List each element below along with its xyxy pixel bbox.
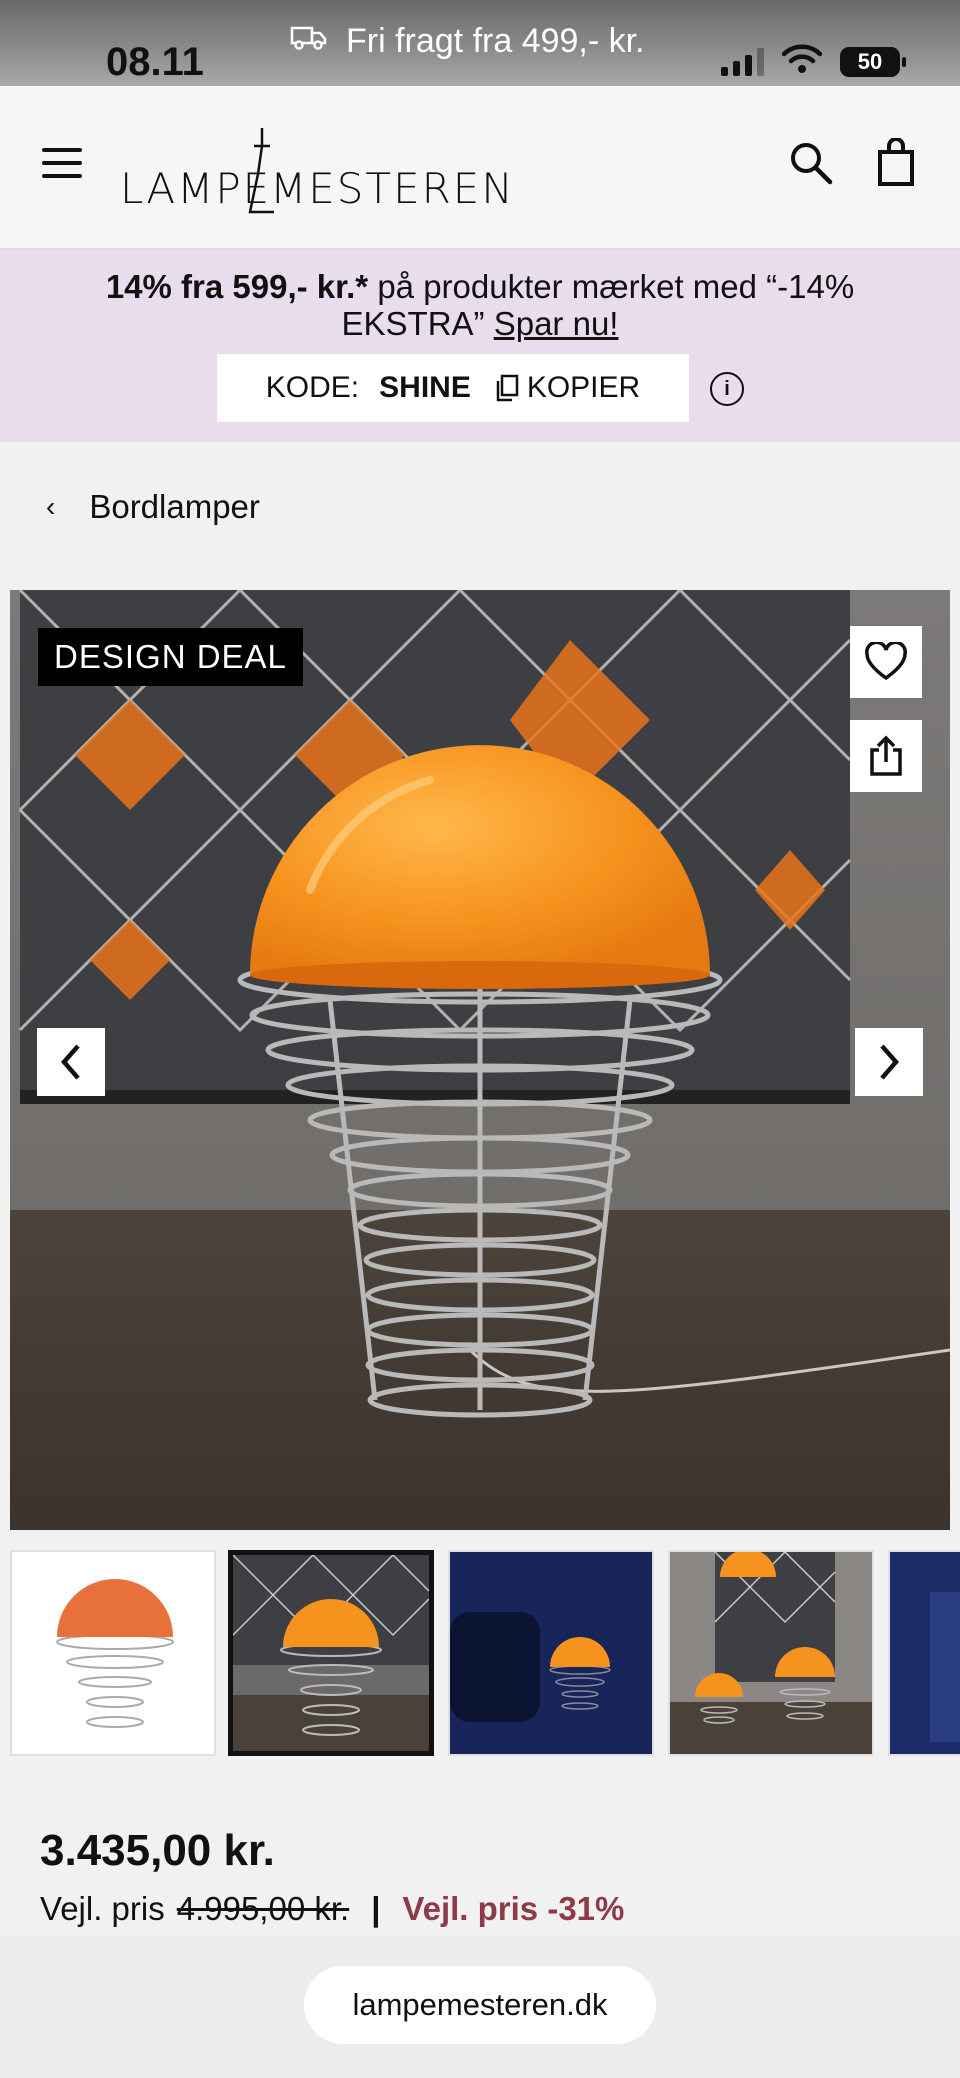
battery-icon: 50	[840, 46, 906, 77]
discount-code-box: KODE: SHINE KOPIER	[217, 354, 689, 422]
signal-icon	[721, 47, 764, 76]
shipping-notice: Fri fragt fra 499,- kr.	[290, 22, 645, 61]
info-icon[interactable]: i	[710, 372, 744, 406]
chevron-left-icon: ‹	[46, 491, 56, 522]
prev-image-button[interactable]	[37, 1028, 105, 1096]
discount-code: SHINE	[379, 371, 471, 404]
thumbnail-3[interactable]	[448, 1550, 654, 1756]
rrp-label: Vejl. pris	[40, 1890, 165, 1927]
thumbnail-4[interactable]	[668, 1550, 874, 1756]
menu-icon[interactable]	[42, 148, 82, 187]
price-separator: |	[371, 1890, 381, 1927]
copy-icon	[496, 374, 519, 402]
status-time: 08.11	[106, 40, 204, 84]
product-main-image[interactable]: DESIGN DEAL	[10, 590, 950, 1530]
wishlist-heart-button[interactable]	[850, 626, 922, 698]
image-thumbnails	[10, 1550, 960, 1760]
cart-bag-icon[interactable]	[872, 137, 922, 188]
chevron-left-icon	[61, 1044, 80, 1080]
promo-cta-link[interactable]: Spar nu!	[494, 305, 619, 342]
status-bar: 08.11 Fri fragt fra 499,- kr. 50	[0, 0, 960, 86]
status-indicators: 50	[721, 44, 906, 79]
discount-label: Vejl. pris -31%	[402, 1890, 625, 1927]
breadcrumb-back-link[interactable]: ‹ Bordlamper	[46, 488, 260, 526]
code-label: KODE:	[265, 371, 360, 404]
thumbnail-1[interactable]	[10, 1550, 216, 1756]
product-photo-wire-lamp	[10, 590, 950, 1530]
logo-text-right: MESTEREN	[270, 164, 515, 213]
search-icon[interactable]	[786, 138, 836, 188]
thumbnail-5[interactable]	[888, 1550, 960, 1756]
design-deal-badge: DESIGN DEAL	[38, 628, 303, 686]
chevron-right-icon	[880, 1044, 899, 1080]
promo-banner: 14% fra 599,- kr.* på produkter mærket m…	[0, 250, 960, 442]
share-icon	[870, 735, 902, 776]
product-price: 3.435,00 kr.	[40, 1826, 275, 1875]
logo[interactable]: LAMPE MESTEREN	[120, 126, 513, 216]
browser-url-bar[interactable]: lampemesteren.dk	[304, 1966, 656, 2044]
site-header: LAMPE MESTEREN	[0, 86, 960, 250]
price-comparison: Vejl. pris 4.995,00 kr. | Vejl. pris -31…	[40, 1890, 624, 1928]
copy-label: KOPIER	[526, 371, 641, 404]
next-image-button[interactable]	[855, 1028, 923, 1096]
browser-bottom-bar: lampemesteren.dk	[0, 1936, 960, 2078]
copy-code-button[interactable]: KOPIER	[495, 371, 640, 405]
share-button[interactable]	[850, 720, 922, 792]
breadcrumb-label: Bordlamper	[89, 488, 260, 525]
promo-headline-bold: 14% fra 599,- kr.*	[105, 268, 369, 305]
truck-icon	[290, 22, 328, 61]
promo-headline: 14% fra 599,- kr.* på produkter mærket m…	[40, 268, 920, 342]
thumbnail-2-active[interactable]	[228, 1550, 434, 1756]
rrp-price: 4.995,00 kr.	[176, 1890, 350, 1927]
shipping-text: Fri fragt fra 499,- kr.	[346, 22, 645, 60]
wifi-icon	[781, 44, 823, 79]
heart-icon	[865, 642, 907, 681]
